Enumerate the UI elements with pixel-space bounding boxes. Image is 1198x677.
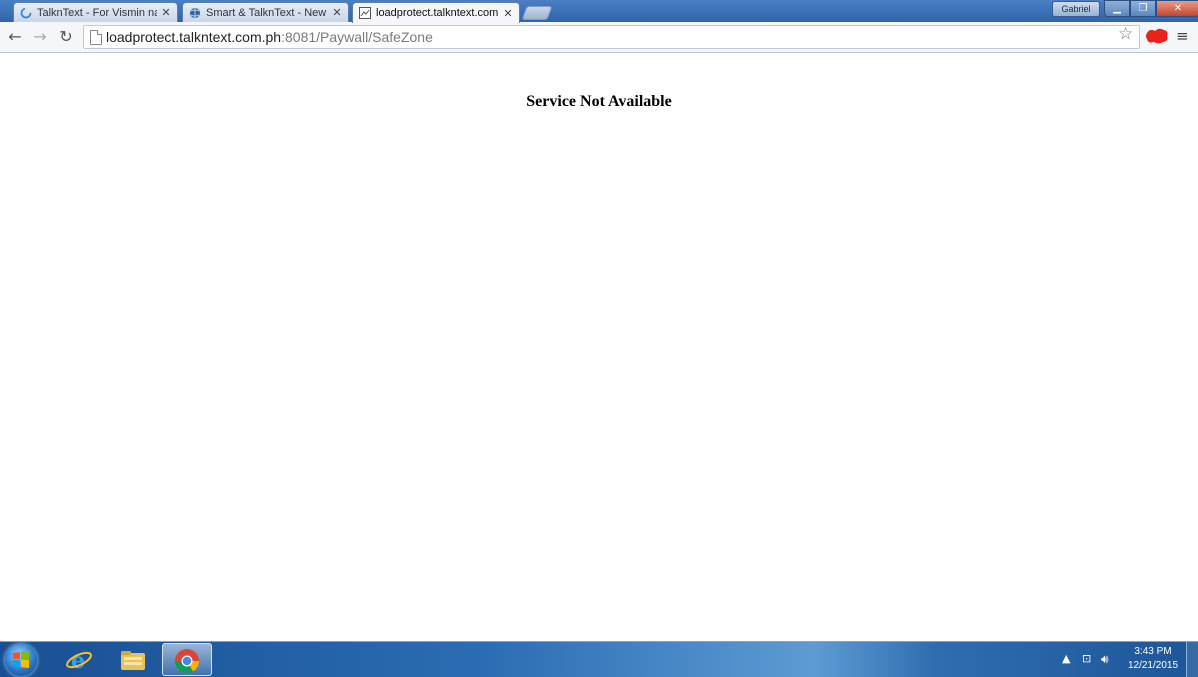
volume-icon[interactable]: 🔊︎ xyxy=(1101,652,1109,667)
url-path: :8081/Paywall/SafeZone xyxy=(281,29,433,45)
forward-arrow-icon: → xyxy=(33,27,47,46)
taskbar-internet-explorer[interactable]: e xyxy=(54,643,104,676)
forward-button[interactable]: → xyxy=(30,27,50,47)
close-window-button[interactable]: ✕ xyxy=(1156,0,1198,17)
tab-loadprotect[interactable]: loadprotect.talkntext.com. ✕ xyxy=(352,2,520,23)
tab-title: Smart & TalknText - New xyxy=(206,6,327,19)
profile-button[interactable]: Gabriel xyxy=(1052,1,1100,17)
tab-title: loadprotect.talkntext.com. xyxy=(376,7,499,19)
close-tab-icon[interactable]: ✕ xyxy=(503,7,513,20)
clock-time: 3:43 PM xyxy=(1134,646,1172,657)
browser-tab-strip: TalknText - For Vismin na ✕ Smart & Talk… xyxy=(0,0,1198,23)
start-button[interactable] xyxy=(5,644,37,676)
windows-taskbar: e ▲ ⊡ 🔊︎ 3:43 PM 12/21/2015 xyxy=(0,641,1198,677)
page-heading: Service Not Available xyxy=(526,93,672,110)
extension-icon[interactable] xyxy=(1145,27,1169,45)
windows-logo-icon xyxy=(13,651,29,668)
address-bar[interactable]: loadprotect.talkntext.com.ph:8081/Paywal… xyxy=(83,25,1140,49)
tab-smart-talkntext[interactable]: Smart & TalknText - New ✕ xyxy=(182,2,349,22)
reload-button[interactable]: ↻ xyxy=(56,27,76,47)
page-icon xyxy=(359,7,371,19)
loading-spinner-icon xyxy=(20,7,32,18)
new-tab-button[interactable] xyxy=(521,6,553,20)
reload-icon: ↻ xyxy=(59,27,73,46)
close-tab-icon[interactable]: ✕ xyxy=(332,6,342,19)
svg-text:e: e xyxy=(71,648,85,673)
tab-talkntext-vismin[interactable]: TalknText - For Vismin na ✕ xyxy=(13,2,178,22)
maximize-button[interactable]: ❐ xyxy=(1130,0,1156,17)
back-button[interactable]: ← xyxy=(5,27,25,47)
back-arrow-icon: ← xyxy=(8,27,22,46)
window-controls: ▁ ❐ ✕ xyxy=(1104,0,1198,17)
network-icon[interactable]: ⊡ xyxy=(1082,652,1091,665)
chrome-menu-icon[interactable]: ≡ xyxy=(1176,26,1189,46)
url-host: loadprotect.talkntext.com.ph xyxy=(106,29,282,45)
close-tab-icon[interactable]: ✕ xyxy=(161,6,171,19)
url-text[interactable]: loadprotect.talkntext.com.ph:8081/Paywal… xyxy=(106,29,433,45)
file-explorer-icon xyxy=(121,651,145,670)
taskbar-chrome[interactable] xyxy=(162,643,212,676)
clock-date: 12/21/2015 xyxy=(1127,660,1179,671)
globe-icon xyxy=(190,7,200,18)
tab-title: TalknText - For Vismin na xyxy=(37,6,157,19)
chrome-icon xyxy=(175,649,199,674)
show-hidden-icons-icon[interactable]: ▲ xyxy=(1062,652,1070,665)
bookmark-star-icon[interactable]: ☆ xyxy=(1118,24,1133,44)
minimize-button[interactable]: ▁ xyxy=(1104,0,1130,17)
page-info-icon[interactable] xyxy=(90,30,102,45)
show-desktop-button[interactable] xyxy=(1186,642,1198,677)
taskbar-file-explorer[interactable] xyxy=(108,643,158,676)
internet-explorer-icon: e xyxy=(66,648,92,673)
page-content: Service Not Available xyxy=(0,53,1198,641)
system-clock[interactable]: 3:43 PM 12/21/2015 xyxy=(1122,645,1184,673)
browser-toolbar: ← → ↻ loadprotect.talkntext.com.ph:8081/… xyxy=(0,22,1198,53)
